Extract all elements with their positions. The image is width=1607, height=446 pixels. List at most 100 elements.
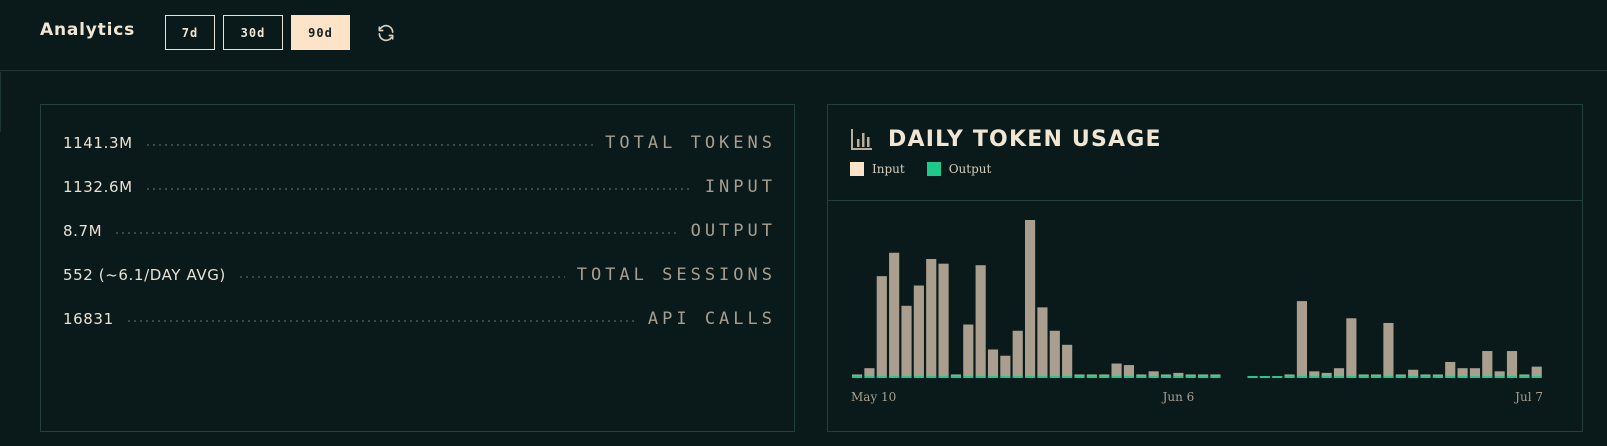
stat-value: 552 (~6.1/DAY AVG) (63, 266, 226, 284)
bar-output (1210, 376, 1221, 378)
stat-row-output: 8.7M OUTPUT (63, 219, 772, 243)
bar-input (1408, 369, 1419, 376)
bar-input (1025, 220, 1036, 376)
stats-panel: 1141.3M TOTAL TOKENS 1132.6M INPUT 8.7M … (40, 104, 795, 432)
range-90d-button[interactable]: 90d (291, 15, 350, 50)
bar-chart: May 10 Jun 6 Jul 7 (851, 220, 1543, 404)
bar-input (1173, 372, 1184, 376)
bar-input (1062, 344, 1073, 376)
bar-output (1469, 376, 1481, 378)
bar-input (889, 252, 900, 376)
bar-output (1185, 376, 1196, 378)
bar-output (1333, 376, 1345, 378)
bar-output (1086, 376, 1097, 378)
bar-output (1358, 376, 1369, 378)
bar-output (1111, 376, 1122, 378)
chart-title: DAILY TOKEN USAGE (888, 127, 1162, 152)
page-title: Analytics (40, 20, 135, 40)
stat-row-total-sessions: 552 (~6.1/DAY AVG) TOTAL SESSIONS (63, 263, 772, 287)
stat-value: 1141.3M (63, 134, 133, 152)
stat-value: 8.7M (63, 222, 103, 240)
bar-output (1012, 376, 1023, 378)
stat-label: TOTAL TOKENS (605, 133, 776, 153)
bar-output (1259, 376, 1270, 378)
bar-input (1457, 368, 1468, 376)
bar-output (1531, 376, 1542, 378)
bar-input (1284, 374, 1295, 376)
bar-input (1198, 374, 1209, 376)
bar-input (1296, 301, 1308, 376)
bar-output (1123, 376, 1135, 378)
bar-output (1136, 376, 1147, 378)
legend-swatch-output (926, 162, 941, 176)
bar-input (1531, 366, 1542, 376)
bar-output (1049, 376, 1060, 378)
bar-output (864, 376, 875, 378)
bar-input (1148, 371, 1159, 376)
bar-input (987, 349, 999, 376)
stat-value: 16831 (63, 310, 114, 328)
dotted-leader (237, 276, 565, 278)
bar-output (938, 376, 949, 378)
bar-input (1111, 363, 1122, 376)
bar-output (1321, 376, 1332, 378)
bar-output (926, 376, 937, 378)
bar-output (852, 376, 863, 378)
bar-output (1346, 376, 1357, 378)
bar-input (1049, 330, 1060, 376)
bar-input (1000, 355, 1011, 376)
bar-input (1469, 368, 1481, 376)
refresh-icon[interactable] (376, 23, 396, 43)
stat-label: INPUT (704, 177, 776, 197)
bar-input (1309, 371, 1320, 376)
bar-output (1519, 376, 1530, 378)
bar-output (913, 376, 924, 378)
stat-label: API CALLS (647, 309, 776, 329)
bar-input (1506, 351, 1518, 376)
bar-input (1346, 318, 1357, 376)
bar-output (1445, 376, 1456, 378)
bar-input (1123, 365, 1135, 376)
bar-input (1160, 374, 1172, 376)
x-tick-label: Jul 7 (1513, 390, 1543, 404)
bar-output (1173, 376, 1184, 378)
chart-header: DAILY TOKEN USAGE Input Output (828, 105, 1582, 201)
bar-output (876, 376, 887, 378)
x-tick-label: May 10 (851, 390, 896, 404)
legend-item-output: Output (926, 162, 992, 176)
range-7d-button[interactable]: 7d (165, 15, 215, 50)
bar-input (1185, 374, 1196, 376)
bar-input (1371, 374, 1382, 376)
bar-input (1383, 322, 1394, 376)
stat-row-api-calls: 16831 API CALLS (63, 307, 772, 331)
bar-output (1420, 376, 1431, 378)
bar-output (987, 376, 999, 378)
bar-input (975, 265, 986, 376)
bar-input (1037, 307, 1048, 376)
divider (0, 72, 1, 132)
bar-input (1210, 374, 1221, 376)
bar-input (1358, 374, 1369, 376)
dotted-leader (114, 232, 679, 234)
bar-input (963, 324, 974, 376)
bar-output (1309, 376, 1320, 378)
range-30d-button[interactable]: 30d (223, 15, 283, 50)
bar-output (1284, 376, 1295, 378)
bar-input (1494, 371, 1505, 376)
bar-output (1506, 376, 1518, 378)
bar-input (1086, 374, 1097, 376)
bar-output (1371, 376, 1382, 378)
bar-output (1247, 376, 1258, 378)
bar-output (1148, 376, 1159, 378)
bar-output (1198, 376, 1209, 378)
bar-output (1025, 376, 1036, 378)
dotted-leader (125, 320, 636, 322)
bar-output (963, 376, 974, 378)
legend-label: Output (948, 162, 992, 176)
bar-output (950, 376, 962, 378)
bar-input (1519, 374, 1530, 376)
bar-input (852, 374, 863, 376)
bar-output (1037, 376, 1048, 378)
bar-input (1482, 351, 1493, 376)
bar-input (1395, 374, 1406, 376)
